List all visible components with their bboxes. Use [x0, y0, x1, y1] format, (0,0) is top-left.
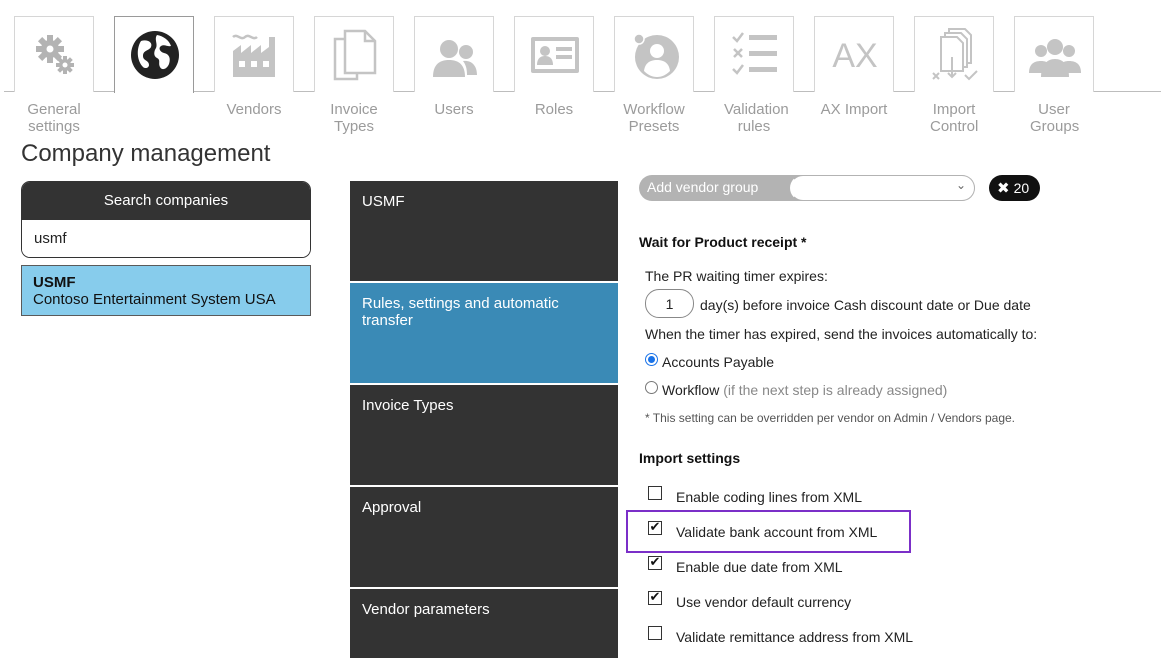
tab-users[interactable]: [414, 16, 494, 92]
menu-item-approval[interactable]: Approval: [350, 487, 618, 587]
tab-label-invoice-types[interactable]: Invoice Types: [314, 101, 394, 135]
chevron-down-icon: ⌄: [955, 178, 966, 192]
tab-workflow-presets[interactable]: [614, 16, 694, 92]
users-icon: [433, 40, 477, 77]
pr-days-text: day(s) before invoice Cash discount date…: [700, 297, 1031, 313]
factory-icon: [232, 34, 275, 77]
tab-invoice-types[interactable]: [314, 16, 394, 92]
search-companies-input[interactable]: [22, 220, 310, 257]
tab-label-user-groups[interactable]: User Groups: [1014, 101, 1094, 135]
search-companies-panel: Search companies: [21, 181, 311, 258]
pr-days-input[interactable]: [645, 289, 694, 318]
tab-label-validation-rules[interactable]: Validation rules: [714, 101, 794, 135]
checkbox-remittance-address[interactable]: [648, 626, 662, 640]
documents-icon: [333, 29, 377, 81]
option-accounts-payable-label[interactable]: Accounts Payable: [662, 354, 774, 370]
ax-icon: AX: [832, 37, 877, 75]
tab-label-vendors[interactable]: Vendors: [214, 101, 294, 118]
tab-label-import-control[interactable]: Import Control: [914, 101, 994, 135]
import-settings-heading: Import settings: [639, 450, 741, 466]
tab-ax-import[interactable]: AX: [814, 16, 894, 92]
search-companies-header: Search companies: [22, 182, 310, 220]
tab-roles[interactable]: [514, 16, 594, 92]
label-vendor-default-currency[interactable]: Use vendor default currency: [676, 594, 851, 610]
vendor-group-label: Add vendor group: [647, 179, 759, 195]
gears-icon: [36, 35, 74, 74]
tab-general-settings[interactable]: [14, 16, 94, 92]
tab-label-workflow-presets[interactable]: Workflow Presets: [614, 101, 694, 135]
radio-accounts-payable[interactable]: [645, 353, 658, 366]
label-due-date[interactable]: Enable due date from XML: [676, 559, 843, 575]
checkbox-due-date[interactable]: ✔: [648, 555, 662, 570]
menu-item-usmf[interactable]: USMF: [350, 181, 618, 281]
tab-label-general-settings[interactable]: General settings: [14, 101, 94, 135]
tab-validation-rules[interactable]: [714, 16, 794, 92]
import-control-icon: [932, 28, 978, 81]
tab-label-users[interactable]: Users: [414, 101, 494, 118]
checklist-icon: [732, 32, 777, 75]
highlight-annotation-box: [626, 510, 911, 553]
option-workflow[interactable]: Workflow (if the next step is already as…: [662, 382, 947, 398]
wait-pr-heading: Wait for Product receipt *: [639, 234, 807, 250]
page-title: Company management: [21, 140, 271, 167]
tab-import-control[interactable]: [914, 16, 994, 92]
vendor-group-select[interactable]: ⌄: [790, 175, 975, 201]
pr-timer-text: The PR waiting timer expires:: [645, 268, 828, 284]
company-list-item[interactable]: USMF Contoso Entertainment System USA: [21, 265, 311, 316]
vendor-group-control: Add vendor group ⌄: [639, 175, 975, 201]
vendor-group-count: 20: [1013, 180, 1030, 196]
checkbox-coding-lines[interactable]: [648, 486, 662, 500]
menu-item-vendor-parameters[interactable]: Vendor parameters: [350, 589, 618, 658]
tab-company-management[interactable]: [114, 16, 194, 93]
user-circle-icon: [633, 33, 679, 79]
tab-user-groups[interactable]: [1014, 16, 1094, 92]
menu-item-rules-settings[interactable]: Rules, settings and automatic transfer: [350, 283, 618, 383]
radio-workflow[interactable]: [645, 381, 658, 394]
user-groups-icon: [1029, 39, 1081, 77]
company-code: USMF: [33, 274, 76, 291]
menu-item-invoice-types[interactable]: Invoice Types: [350, 385, 618, 485]
option-workflow-label: Workflow: [662, 382, 720, 398]
vendor-group-count-badge[interactable]: ✖ 20: [989, 175, 1040, 201]
close-icon[interactable]: ✖: [997, 180, 1010, 197]
tab-label-roles[interactable]: Roles: [514, 101, 594, 118]
label-coding-lines[interactable]: Enable coding lines from XML: [676, 489, 862, 505]
checkbox-vendor-default-currency[interactable]: ✔: [648, 590, 662, 605]
label-remittance-address[interactable]: Validate remittance address from XML: [676, 629, 913, 645]
company-name: Contoso Entertainment System USA: [33, 291, 276, 308]
globe-icon: [131, 31, 179, 79]
tab-label-ax-import[interactable]: AX Import: [814, 101, 894, 118]
id-card-icon: [531, 37, 579, 73]
ax-icon-text: AX: [832, 37, 877, 75]
override-note: * This setting can be overridden per ven…: [645, 411, 1016, 425]
option-workflow-hint: (if the next step is already assigned): [723, 382, 948, 398]
pr-expired-text: When the timer has expired, send the inv…: [645, 326, 1038, 342]
tab-vendors[interactable]: [214, 16, 294, 92]
